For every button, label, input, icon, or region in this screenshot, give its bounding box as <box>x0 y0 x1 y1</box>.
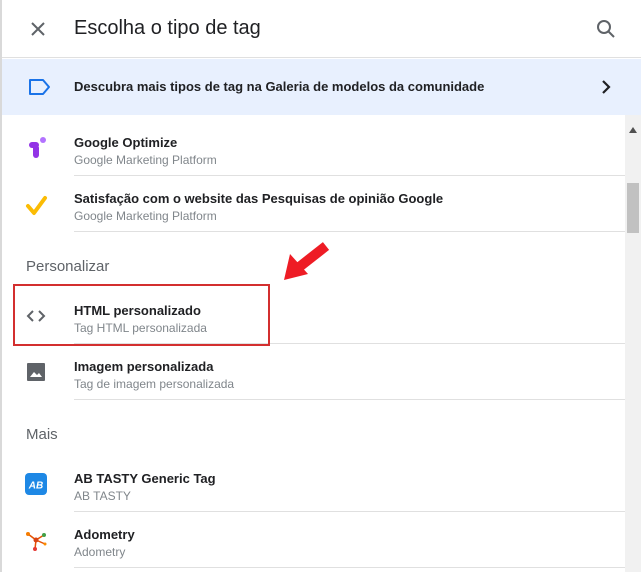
banner-text: Descubra mais tipos de tag na Galeria de… <box>74 79 485 94</box>
svg-text:AB: AB <box>28 481 43 492</box>
list-item[interactable]: Imagem personalizada Tag de imagem perso… <box>2 344 625 400</box>
divider <box>74 399 625 400</box>
scroll-up-arrow-icon[interactable] <box>629 120 637 133</box>
divider <box>74 231 625 232</box>
red-arrow-annotation <box>282 240 334 282</box>
list-item[interactable]: Adometry Adometry <box>2 512 625 568</box>
close-icon[interactable] <box>26 17 50 41</box>
community-gallery-banner[interactable]: Descubra mais tipos de tag na Galeria de… <box>2 59 641 115</box>
panel-header: Escolha o tipo de tag <box>2 0 641 58</box>
google-surveys-icon <box>24 194 48 218</box>
scrollbar-thumb[interactable] <box>627 183 639 233</box>
highlight-box <box>13 284 270 346</box>
image-icon <box>24 360 48 384</box>
chevron-right-icon <box>596 77 616 97</box>
adometry-icon <box>24 528 48 552</box>
section-heading-custom: Personalizar <box>26 258 110 275</box>
list-item[interactable]: AB AB TASTY Generic Tag AB TASTY <box>2 456 625 512</box>
section-heading-more: Mais <box>26 426 58 443</box>
list-item[interactable]: Satisfação com o website das Pesquisas d… <box>2 176 625 232</box>
page-title: Escolha o tipo de tag <box>74 17 261 39</box>
search-icon[interactable] <box>594 17 618 41</box>
divider <box>74 567 625 568</box>
list-item[interactable]: Google Optimize Google Marketing Platfor… <box>2 120 625 176</box>
tag-icon <box>28 78 52 96</box>
ab-tasty-icon: AB <box>24 472 48 496</box>
google-optimize-icon <box>24 136 48 160</box>
